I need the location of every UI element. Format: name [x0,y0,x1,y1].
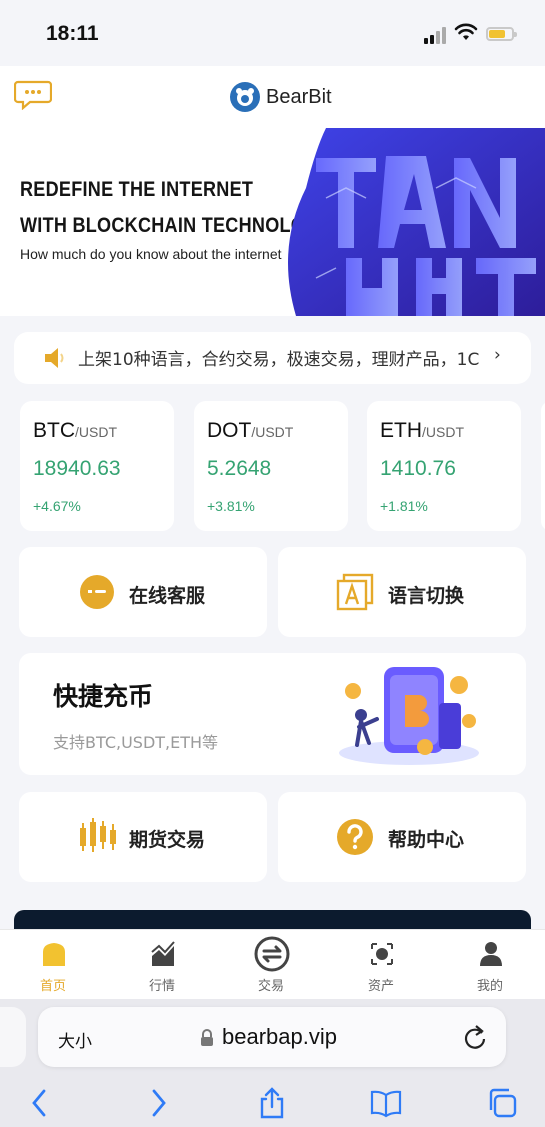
tab-profile[interactable]: 我的 [445,930,535,1000]
lock-icon [201,1029,213,1046]
assets-icon [371,943,393,965]
market-chart-icon [151,941,175,966]
ticker-price: 18940.63 [33,457,121,480]
language-switch-label: 语言切换 [388,585,465,607]
tab-assets[interactable]: 资产 [336,930,426,1000]
ticker-price: 5.2648 [207,457,272,480]
help-center-button[interactable]: 帮助中心 [278,792,526,882]
text-size-button[interactable]: 大小 [58,1027,92,1052]
isometric-letters-illustration [288,128,545,316]
ticker-card-dot[interactable]: DOT/USDT 5.2648 +3.81% [194,401,348,531]
back-icon[interactable] [24,1087,56,1119]
tab-label: 交易 [257,979,284,994]
promo-banner[interactable]: REDEFINE THE INTERNET WITH BLOCKCHAIN TE… [0,128,545,316]
language-icon [336,573,374,611]
home-icon [43,943,65,966]
address-bar[interactable]: 大小 bearbap.vip [38,1007,506,1067]
recharge-subtitle: 支持BTC,USDT,ETH等 [53,733,219,752]
tab-home[interactable]: 首页 [8,930,98,1000]
ticker-symbol: DOT [207,419,252,442]
customer-service-icon [80,575,114,609]
ticker-price: 1410.76 [380,457,456,480]
ticker-card-partial[interactable] [541,401,545,531]
cellular-signal-icon [424,26,446,44]
banner-headline-2: WITH BLOCKCHAIN TECHNOLOGY [20,214,332,237]
online-service-button[interactable]: 在线客服 [19,547,267,637]
tabs-icon[interactable] [486,1087,518,1119]
chevron-right-icon: › [494,345,501,365]
brand-name: BearBit [266,85,332,108]
tab-market[interactable]: 行情 [117,930,207,1000]
ticker-quote: /USDT [75,424,117,440]
ticker-symbol: ETH [380,419,422,442]
futures-trading-button[interactable]: 期货交易 [19,792,267,882]
ticker-quote: /USDT [251,424,294,440]
ticker-change: +1.81% [380,498,428,514]
browser-toolbar: 大小 bearbap.vip [0,999,545,1127]
brand-logo: BearBit [230,81,332,113]
bottom-tab-bar: 首页 行情 交易 资产 我的 [0,929,545,1000]
forward-icon[interactable] [142,1087,174,1119]
previous-tab-preview[interactable] [0,1007,26,1067]
announcement-bar[interactable]: 上架10种语言，合约交易，极速交易，理财产品，1C › [14,332,531,384]
announcement-text: 上架10种语言，合约交易，极速交易，理财产品，1C [78,350,480,370]
message-icon[interactable] [14,80,52,110]
language-switch-button[interactable]: 语言切换 [278,547,526,637]
ticker-card-eth[interactable]: ETH/USDT 1410.76 +1.81% [367,401,521,531]
reload-icon[interactable] [462,1023,488,1051]
secondary-banner[interactable] [14,910,531,930]
banner-headline-1: REDEFINE THE INTERNET [20,178,254,201]
status-bar: 18:11 [0,0,545,66]
ticker-quote: /USDT [422,424,464,440]
speaker-icon [45,348,64,368]
wifi-icon [454,23,478,40]
tab-label: 资产 [367,979,394,994]
app-header: BearBit [0,66,545,128]
bear-logo-icon [230,82,260,112]
share-icon[interactable] [256,1087,288,1119]
tab-label: 行情 [148,979,175,994]
battery-icon [486,27,517,41]
banner-subtitle: How much do you know about the internet [20,246,282,262]
recharge-title: 快捷充币 [53,682,154,711]
exchange-icon [254,936,290,972]
url-text: bearbap.vip [222,1024,337,1049]
crypto-wallet-illustration [339,667,479,765]
help-center-label: 帮助中心 [388,829,465,851]
tab-trade[interactable]: 交易 [226,930,316,1000]
ticker-card-btc[interactable]: BTC/USDT 18940.63 +4.67% [20,401,174,531]
quick-recharge-card[interactable]: 快捷充币 支持BTC,USDT,ETH等 [19,653,526,775]
ticker-symbol: BTC [33,419,75,442]
ticker-change: +4.67% [33,498,81,514]
profile-icon [480,942,502,966]
tab-label: 首页 [39,979,66,994]
bookmarks-icon[interactable] [370,1087,402,1119]
online-service-label: 在线客服 [129,585,206,607]
candlestick-icon [80,818,116,852]
ticker-change: +3.81% [207,498,255,514]
futures-trading-label: 期货交易 [129,829,206,851]
status-time: 18:11 [46,22,99,45]
help-icon [337,819,373,855]
tab-label: 我的 [476,979,503,994]
